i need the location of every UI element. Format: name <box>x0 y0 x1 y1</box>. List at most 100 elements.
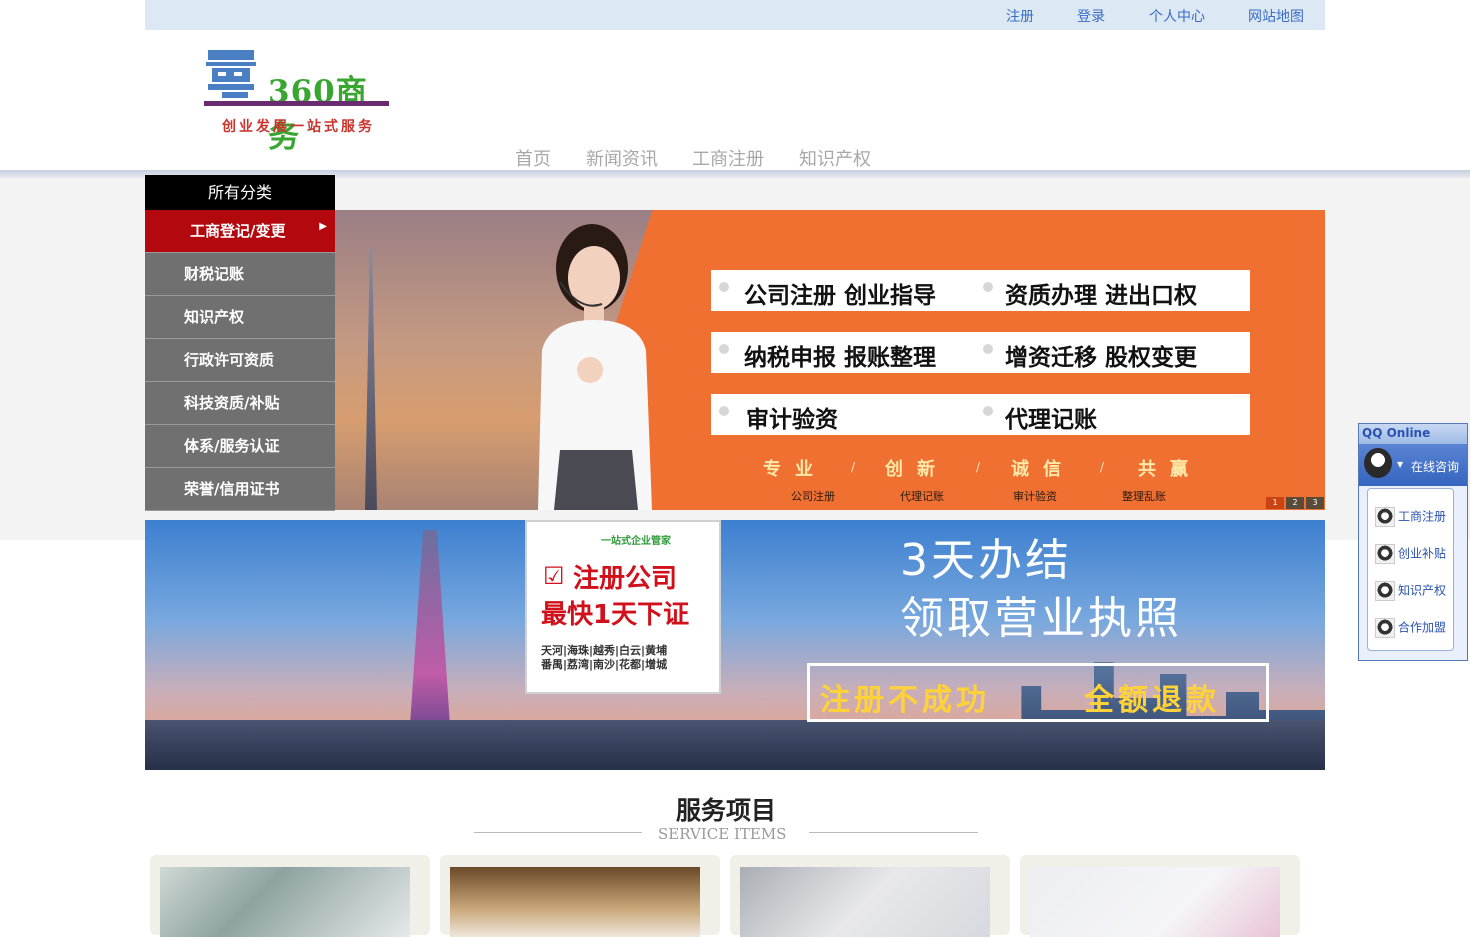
service-card-image <box>450 867 700 937</box>
qq-online-widget: QQ Online ▼ 在线咨询 工商注册 创业补贴 知识产权 合作加盟 <box>1358 423 1468 661</box>
caret-right-icon: ▶ <box>319 221 327 232</box>
divider <box>809 832 978 833</box>
promo-card: 一站式企业管家 ☑ 注册公司 最快1天下证 天河|海珠|越秀|白云|黄埔 番禺|… <box>525 520 721 694</box>
services-subtitle: SERVICE ITEMS <box>658 825 787 843</box>
service-text: 审计验资 <box>746 407 838 433</box>
bullet-icon <box>719 282 729 292</box>
category-item-label: 财税记账 <box>184 265 245 283</box>
nav-news[interactable]: 新闻资讯 <box>586 145 658 171</box>
qq-contact-label: 合作加盟 <box>1398 620 1447 635</box>
value-text: 共赢 <box>1138 459 1202 480</box>
service-card[interactable] <box>150 855 430 937</box>
value-text: 创新 <box>885 459 949 480</box>
slider-page-3[interactable]: 3 <box>1306 497 1324 509</box>
site-logo[interactable]: 360商务 创业发展一站式服务 <box>204 46 394 155</box>
refund-left-text: 注册不成功 <box>820 683 990 718</box>
refund-right-text: 全额退款 <box>1084 683 1220 718</box>
bullet-icon <box>719 406 729 416</box>
qq-avatar-icon <box>1375 618 1395 638</box>
divider <box>474 832 642 833</box>
qq-avatar-icon <box>1375 507 1395 527</box>
chevron-down-icon: ▼ <box>1397 460 1404 469</box>
category-item-certification[interactable]: 体系/服务认证 <box>145 425 335 468</box>
card-subtitle: 最快1天下证 <box>541 600 690 630</box>
category-item-tax[interactable]: 财税记账 <box>145 253 335 296</box>
qq-main-label: 在线咨询 <box>1411 460 1460 474</box>
service-card[interactable] <box>440 855 720 937</box>
service-text: 资质办理 进出口权 <box>1005 283 1198 309</box>
category-item-license[interactable]: 行政许可资质 <box>145 339 335 382</box>
qq-contact[interactable]: 知识产权 <box>1375 581 1446 601</box>
qq-avatar-icon <box>1375 544 1395 564</box>
category-item-label: 科技资质/补贴 <box>184 394 280 412</box>
separator: / <box>851 460 856 474</box>
logo-name: 360商务 <box>268 74 368 155</box>
card-small-text: 一站式企业管家 <box>601 536 671 547</box>
separator: / <box>976 460 981 474</box>
service-row-3: 审计验资 代理记账 <box>711 394 1250 435</box>
bullet-icon <box>983 406 993 416</box>
value-text: 专业 <box>763 459 827 480</box>
service-card-image <box>1030 867 1280 937</box>
promo-headline: 3天办结 <box>900 535 1072 586</box>
promo-headline-2: 领取营业执照 <box>900 593 1182 644</box>
slider-page-1[interactable]: 1 <box>1266 497 1284 509</box>
service-card-image <box>740 867 990 937</box>
qq-contact-label: 创业补贴 <box>1398 546 1447 561</box>
service-row-2: 纳税申报 报账整理 增资迁移 股权变更 <box>711 332 1250 373</box>
promo-banner[interactable]: 一站式企业管家 ☑ 注册公司 最快1天下证 天河|海珠|越秀|白云|黄埔 番禺|… <box>145 520 1325 770</box>
logo-tagline: 创业发展一站式服务 <box>222 119 375 135</box>
slider-page-2[interactable]: 2 <box>1286 497 1304 509</box>
service-card[interactable] <box>730 855 1010 937</box>
service-row-1: 公司注册 创业指导 资质办理 进出口权 <box>711 270 1250 311</box>
qq-contact[interactable]: 创业补贴 <box>1375 544 1446 564</box>
category-item-label: 知识产权 <box>184 308 245 326</box>
service-card[interactable] <box>1020 855 1300 937</box>
nav-home[interactable]: 首页 <box>515 145 551 171</box>
service-card-image <box>160 867 410 937</box>
value-subtitle: 整理乱账 <box>1122 490 1166 503</box>
login-link[interactable]: 登录 <box>1077 6 1105 26</box>
value-text: 诚信 <box>1011 459 1075 480</box>
category-menu: 所有分类 工商登记/变更 ▶ 财税记账 知识产权 行政许可资质 科技资质/补贴 … <box>145 175 335 511</box>
nav-intellectual-property[interactable]: 知识产权 <box>799 145 871 171</box>
value-subtitle: 审计验资 <box>1013 490 1057 503</box>
value-subtitle: 代理记账 <box>900 490 944 503</box>
bullet-icon <box>719 344 729 354</box>
qq-contact[interactable]: 合作加盟 <box>1375 618 1446 638</box>
hero-banner-slider[interactable]: 公司注册 创业指导 资质办理 进出口权 纳税申报 报账整理 增资迁移 股权变更 … <box>335 210 1325 510</box>
logo-mark-icon <box>206 50 256 98</box>
category-item-ip[interactable]: 知识产权 <box>145 296 335 339</box>
top-bar: 注册 登录 个人中心 网站地图 <box>145 0 1325 30</box>
service-text: 代理记账 <box>1005 407 1097 433</box>
category-item-label: 体系/服务认证 <box>184 437 280 455</box>
qq-header: QQ Online <box>1359 424 1467 444</box>
card-title: 注册公司 <box>573 564 678 594</box>
qq-penguin-icon <box>1364 448 1392 478</box>
city-foreground-image <box>145 720 1325 770</box>
register-link[interactable]: 注册 <box>1006 6 1034 26</box>
separator: / <box>1100 460 1105 474</box>
category-header: 所有分类 <box>145 175 335 210</box>
qq-contact-label: 知识产权 <box>1398 583 1447 598</box>
user-center-link[interactable]: 个人中心 <box>1149 6 1205 26</box>
qq-contact-list: 工商注册 创业补贴 知识产权 合作加盟 <box>1367 488 1454 651</box>
sitemap-link[interactable]: 网站地图 <box>1248 6 1304 26</box>
category-item-business-registration[interactable]: 工商登记/变更 ▶ <box>145 210 335 253</box>
category-item-tech[interactable]: 科技资质/补贴 <box>145 382 335 425</box>
bullet-icon <box>983 344 993 354</box>
logo-bar <box>204 101 389 106</box>
services-title: 服务项目 <box>676 796 777 825</box>
qq-contact-label: 工商注册 <box>1398 509 1447 524</box>
nav-business-registration[interactable]: 工商注册 <box>692 145 764 171</box>
category-item-label: 荣誉/信用证书 <box>184 480 280 498</box>
service-text: 公司注册 创业指导 <box>744 283 937 309</box>
qq-contact[interactable]: 工商注册 <box>1375 507 1446 527</box>
category-item-honor[interactable]: 荣誉/信用证书 <box>145 468 335 511</box>
category-item-label: 工商登记/变更 <box>190 222 286 240</box>
qq-main-consult[interactable]: ▼ 在线咨询 <box>1359 444 1467 486</box>
category-item-label: 行政许可资质 <box>184 351 275 369</box>
value-subtitle: 公司注册 <box>791 490 835 503</box>
service-text: 增资迁移 股权变更 <box>1005 345 1198 371</box>
service-text: 纳税申报 报账整理 <box>744 345 937 371</box>
